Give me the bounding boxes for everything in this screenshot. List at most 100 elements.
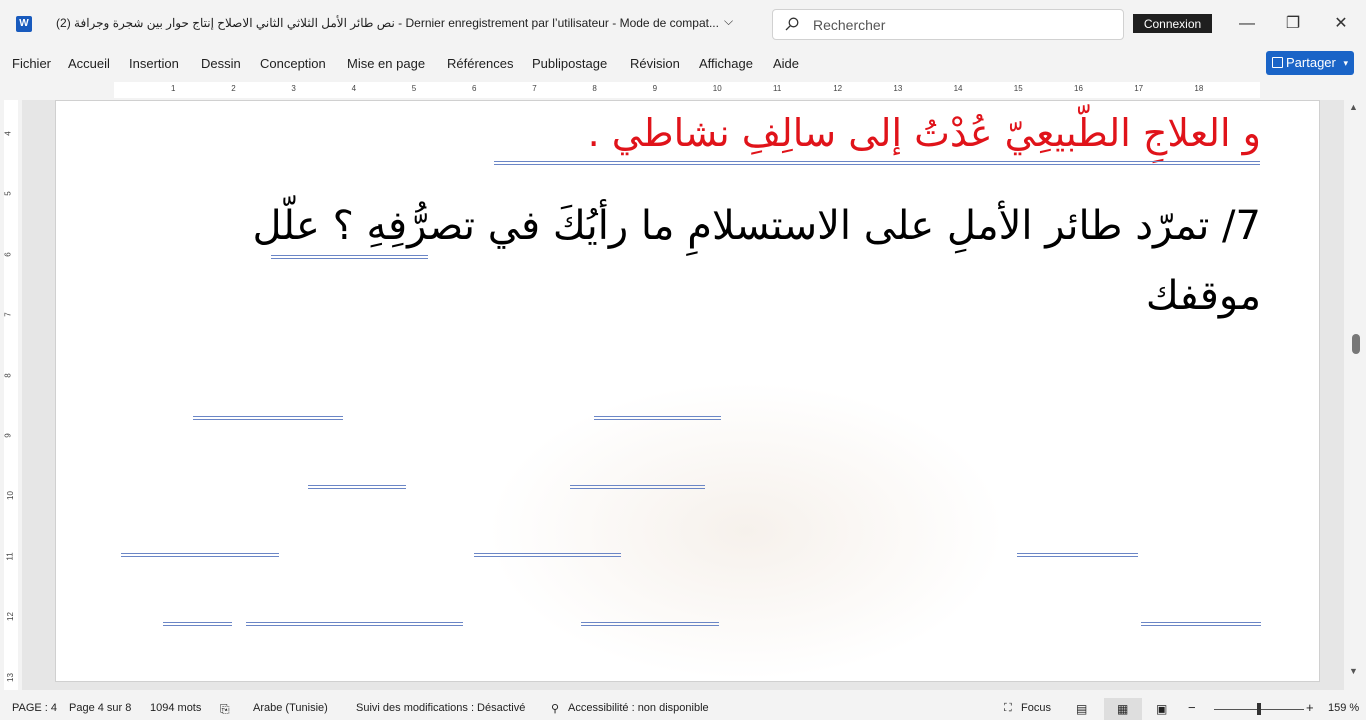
scroll-up-icon[interactable]: ▲ [1349,102,1358,112]
ruler-number: 2 [231,84,236,93]
background-watermark [486,381,1006,681]
share-icon [1272,57,1283,68]
ruler-number: 5 [3,191,13,197]
ruler-number: 17 [1134,84,1144,93]
menu-bar: Fichier Accueil Insertion Dessin Concept… [0,48,1366,79]
ruler-number: 11 [773,84,782,93]
ruler-number: 10 [712,84,722,93]
word-count[interactable]: 1094 mots [150,702,201,714]
ruler-track: 1 2 3 4 5 6 7 8 9 10 11 12 13 14 15 16 17 18 [114,82,1260,98]
restore-icon[interactable]: ❐ [1278,10,1308,38]
accessibility-status[interactable]: Accessibilité : non disponible [568,702,709,714]
menu-fichier[interactable]: Fichier [12,56,51,71]
menu-publipostage[interactable]: Publipostage [532,56,607,71]
zoom-level[interactable]: 159 % [1328,702,1359,714]
page-count[interactable]: Page 4 sur 8 [69,702,131,714]
read-mode-icon[interactable]: ▤ [1076,702,1087,716]
accessibility-icon: ⚲ [551,703,560,715]
answer-blank-line [594,416,721,420]
menu-dessin[interactable]: Dessin [201,56,241,71]
ruler-number: 3 [291,84,296,93]
search-box[interactable] [772,9,1124,40]
web-layout-icon[interactable]: ▣ [1156,702,1167,716]
scroll-down-icon[interactable]: ▼ [1349,666,1358,676]
ruler-number: 12 [833,84,843,93]
ruler-number: 7 [532,84,537,93]
ruler-number: 18 [1194,84,1204,93]
ruler-number: 12 [5,612,15,622]
ruler-track: 4 5 6 7 8 9 10 11 12 13 [4,100,18,690]
language-indicator[interactable]: Arabe (Tunisie) [253,702,328,714]
close-icon[interactable]: ✕ [1326,10,1356,38]
answer-blank-line [1141,622,1261,626]
answer-blank-line [163,622,232,626]
title-bar: W نص طائر الأمل الثلاثي الثاني الاصلاح إ… [0,0,1366,48]
page-indicator[interactable]: PAGE : 4 [12,702,57,714]
ruler-number: 5 [411,84,417,93]
ruler-number: 4 [3,131,13,136]
minimize-icon[interactable]: — [1232,10,1262,38]
ruler-number: 11 [5,552,15,561]
search-input[interactable] [813,10,1113,39]
zoom-slider-thumb[interactable] [1257,703,1261,715]
menu-aide[interactable]: Aide [773,56,799,71]
zoom-in-button[interactable]: + [1306,700,1314,715]
ruler-number: 4 [351,84,357,93]
red-text-line[interactable]: و العلاجِ الطّبيعِيّ عُدْتُ إلى سالِفِ ن… [588,111,1261,155]
print-layout-button[interactable]: ▦ [1104,698,1142,720]
connexion-button[interactable]: Connexion [1133,14,1212,33]
document-canvas[interactable]: و العلاجِ الطّبيعِيّ عُدْتُ إلى سالِفِ ن… [22,100,1344,690]
red-line-underline [494,161,1260,165]
horizontal-ruler[interactable]: 1 2 3 4 5 6 7 8 9 10 11 12 13 14 15 16 17 18 [0,80,1366,100]
proofing-icon[interactable]: ⎘ [220,702,230,717]
document-title[interactable]: نص طائر الأمل الثلاثي الثاني الاصلاح إنت… [56,16,719,30]
menu-mise-en-page[interactable]: Mise en page [347,56,425,71]
answer-blank-line [570,485,705,489]
focus-icon: ⛶ [1004,702,1012,714]
ruler-number: 6 [472,84,477,93]
menu-conception[interactable]: Conception [260,56,326,71]
answer-blank-line [121,553,279,557]
question-7-line-2[interactable]: موقفك [1146,273,1261,319]
chevron-down-icon[interactable]: ⌵ [724,14,733,29]
word-app-icon: W [16,16,32,32]
answer-blank-line [308,485,406,489]
chevron-down-icon: ▾ [1343,58,1348,68]
share-button[interactable]: Partager ▾ [1266,51,1354,75]
ruler-number: 8 [592,84,597,93]
ruler-number: 10 [5,491,15,501]
scrollbar-thumb[interactable] [1352,334,1360,354]
ruler-number: 7 [3,312,13,317]
ruler-number: 13 [893,84,903,93]
ruler-number: 1 [171,84,176,93]
answer-blank-line [474,553,621,557]
focus-button[interactable]: Focus [1021,702,1051,714]
word-underline [271,255,428,259]
ruler-number: 9 [652,84,658,93]
zoom-out-button[interactable]: − [1188,700,1196,715]
menu-references[interactable]: Références [447,56,513,71]
menu-accueil[interactable]: Accueil [68,56,110,71]
ruler-number: 6 [3,252,13,257]
ruler-number: 14 [953,84,963,93]
share-label: Partager [1286,55,1336,70]
vertical-scrollbar[interactable]: ▲ ▼ [1344,100,1366,690]
ruler-number: 9 [3,433,13,438]
ruler-number: 13 [5,672,15,682]
question-7-line[interactable]: 7/ تمرّد طائر الأملِ على الاستسلامِ ما ر… [252,203,1261,249]
menu-revision[interactable]: Révision [630,56,680,71]
menu-affichage[interactable]: Affichage [699,56,753,71]
menu-insertion[interactable]: Insertion [129,56,179,71]
answer-blank-line [246,622,463,626]
print-layout-icon: ▦ [1117,702,1129,716]
answer-blank-line [1017,553,1138,557]
ruler-number: 15 [1013,84,1023,93]
document-page[interactable]: و العلاجِ الطّبيعِيّ عُدْتُ إلى سالِفِ ن… [55,100,1320,682]
vertical-ruler[interactable]: 4 5 6 7 8 9 10 11 12 13 [0,100,22,690]
search-icon [785,17,799,31]
answer-blank-line [581,622,719,626]
ruler-number: 8 [3,372,13,378]
answer-blank-line [193,416,343,420]
track-changes-status[interactable]: Suivi des modifications : Désactivé [356,702,525,714]
ruler-number: 16 [1074,84,1083,93]
